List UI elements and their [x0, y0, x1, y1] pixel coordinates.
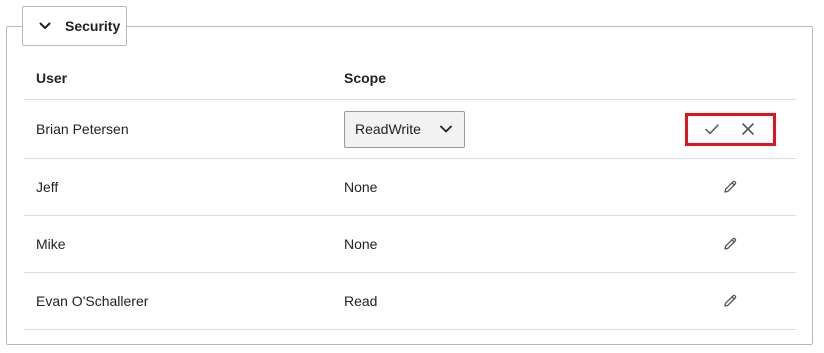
user-name: Jeff — [36, 179, 59, 195]
row-actions — [674, 273, 786, 329]
chevron-down-icon — [438, 121, 454, 137]
scope-select[interactable]: ReadWrite — [344, 110, 465, 148]
user-name: Brian Petersen — [36, 121, 129, 137]
column-header-scope: Scope — [344, 70, 387, 86]
security-table: User Scope Brian Petersen ReadWrite Jeff… — [24, 57, 796, 330]
scope-select-value: ReadWrite — [355, 121, 421, 137]
column-header-user: User — [36, 70, 68, 86]
table-row: Evan O'Schallerer Read — [24, 273, 796, 330]
row-actions — [674, 159, 786, 215]
cancel-icon[interactable] — [739, 120, 757, 138]
user-name: Mike — [36, 236, 66, 252]
scope-value: Read — [344, 293, 378, 309]
row-actions — [674, 216, 786, 272]
chevron-down-icon — [37, 18, 53, 34]
edit-icon[interactable] — [721, 178, 739, 196]
scope-cell: ReadWrite — [344, 100, 465, 158]
section-title: Security — [65, 18, 121, 34]
table-row: Brian Petersen ReadWrite — [24, 100, 796, 159]
table-header-row: User Scope — [24, 57, 796, 100]
scope-value: None — [344, 236, 378, 252]
user-name: Evan O'Schallerer — [36, 293, 149, 309]
edit-icon[interactable] — [721, 235, 739, 253]
security-section-toggle[interactable]: Security — [22, 6, 127, 46]
edit-actions-highlight — [684, 112, 776, 146]
table-row: Jeff None — [24, 159, 796, 216]
row-actions — [674, 100, 786, 158]
confirm-icon[interactable] — [703, 120, 721, 138]
scope-value: None — [344, 179, 378, 195]
edit-icon[interactable] — [721, 292, 739, 310]
table-row: Mike None — [24, 216, 796, 273]
